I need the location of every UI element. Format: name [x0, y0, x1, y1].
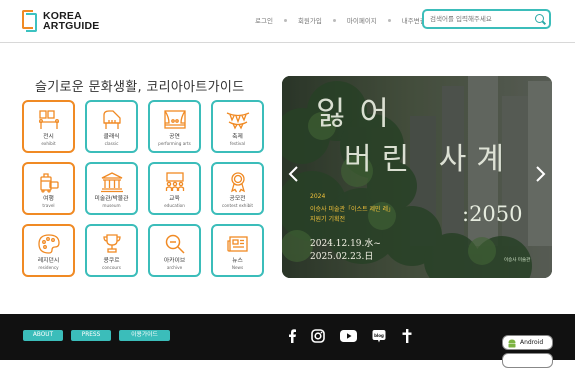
nav-separator	[387, 18, 391, 22]
instagram-icon[interactable]	[310, 328, 325, 343]
featured-banner[interactable]: 잃어 버린 사계 2024 이승사 미술관「이스트 제민 레」 지원기 기획전 …	[282, 76, 552, 278]
category-sublabel: performing arts	[158, 141, 191, 146]
nav-separator	[283, 18, 287, 22]
top-nav: 로그인 회원가입 마이페이지 내주변검색	[255, 14, 432, 26]
category-label: 콩쿠르	[103, 258, 120, 264]
site-header: KOREA ARTGUIDE 로그인 회원가입 마이페이지 내주변검색	[0, 0, 575, 43]
android-store-label: Android	[520, 339, 544, 346]
banner-number: :2050	[462, 202, 523, 226]
category-education[interactable]: 교육 education	[148, 162, 201, 215]
piano-icon	[102, 110, 121, 129]
bunting-icon	[226, 112, 249, 130]
trophy-icon	[102, 234, 121, 253]
category-label: 교육	[169, 196, 180, 202]
category-label: 전시	[43, 134, 54, 140]
category-news[interactable]: 뉴스 News	[211, 224, 264, 277]
category-sublabel: residency	[38, 265, 59, 270]
banner-title-line2: 버린 사계	[344, 142, 514, 177]
banner-prev-arrow-icon[interactable]	[288, 166, 300, 182]
newspaper-icon	[226, 236, 248, 252]
nav-login[interactable]: 로그인	[255, 15, 273, 25]
category-label: 축제	[232, 134, 243, 140]
banner-title-line1: 잃어	[316, 94, 403, 132]
stage-icon	[163, 110, 186, 129]
category-museum[interactable]: 미술관/박물관 museum	[85, 162, 138, 215]
logo-mark-icon	[22, 10, 38, 32]
category-label: 공연	[169, 134, 180, 140]
cross-icon[interactable]	[399, 328, 414, 343]
category-label: 클래식	[103, 134, 120, 140]
category-label: 여행	[43, 196, 54, 202]
android-icon	[508, 339, 516, 347]
search-box	[422, 9, 551, 29]
category-sublabel: classic	[104, 141, 119, 146]
category-label: 뉴스	[232, 258, 243, 264]
category-sublabel: education	[164, 203, 185, 208]
category-sublabel: concours	[102, 265, 121, 270]
youtube-icon[interactable]	[339, 328, 357, 343]
nav-separator	[332, 18, 336, 22]
category-classic[interactable]: 클래식 classic	[85, 100, 138, 153]
category-concours[interactable]: 콩쿠르 concours	[85, 224, 138, 277]
category-festival[interactable]: 축제 festival	[211, 100, 264, 153]
search-icon[interactable]	[535, 14, 544, 23]
category-residency[interactable]: 레지던시 residency	[22, 224, 75, 277]
guide-button[interactable]: 이용가이드	[119, 330, 170, 341]
banner-date-end: 2025.02.23.日	[310, 252, 374, 262]
category-label: 레지던시	[37, 258, 60, 264]
nav-mypage[interactable]: 마이페이지	[347, 15, 377, 25]
banner-description: 지원기 기획전	[310, 216, 346, 223]
banner-year: 2024	[310, 193, 326, 200]
logo[interactable]: KOREA ARTGUIDE	[22, 8, 99, 34]
category-sublabel: News	[231, 265, 244, 270]
category-sublabel: contest exhibit	[221, 203, 254, 208]
category-sublabel: exhibit	[41, 141, 56, 146]
page-tagline: 슬기로운 문화생활, 코리아아트가이드	[35, 80, 245, 95]
category-travel[interactable]: 여행 travel	[22, 162, 75, 215]
palette-icon	[37, 234, 60, 254]
about-button[interactable]: ABOUT	[23, 330, 63, 341]
android-store-button[interactable]: Android	[502, 335, 553, 350]
medal-icon	[230, 172, 245, 193]
banner-description: 이승사 미술관「이스트 제민 레」	[310, 206, 394, 213]
banner-organizer: 이승사 미술관	[504, 258, 531, 263]
category-archive[interactable]: 아카이브 archive	[148, 224, 201, 277]
ios-store-button[interactable]	[502, 353, 553, 368]
press-button[interactable]: PRESS	[71, 330, 111, 341]
category-grid: 전시 exhibit 클래식 classic 공연 performing art…	[22, 100, 264, 277]
category-exhibit[interactable]: 전시 exhibit	[22, 100, 75, 153]
nav-signup[interactable]: 회원가입	[298, 15, 322, 25]
category-performing-arts[interactable]: 공연 performing arts	[148, 100, 201, 153]
blog-icon[interactable]: blog	[371, 328, 386, 343]
category-sublabel: archive	[166, 265, 183, 270]
site-footer: ABOUT PRESS 이용가이드 blog	[0, 314, 575, 360]
exhibit-icon	[38, 110, 59, 129]
category-label: 미술관/박물관	[94, 196, 129, 202]
logo-text: KOREA ARTGUIDE	[43, 10, 100, 32]
luggage-icon	[39, 173, 59, 193]
category-contest[interactable]: 공모전 contest exhibit	[211, 162, 264, 215]
category-label: 공모전	[229, 196, 246, 202]
banner-date-start: 2024.12.19.水~	[310, 239, 381, 249]
education-icon	[165, 172, 184, 191]
category-sublabel: festival	[229, 141, 246, 146]
facebook-icon[interactable]	[284, 328, 299, 343]
banner-next-arrow-icon[interactable]	[534, 166, 546, 182]
magnifier-icon	[165, 234, 185, 254]
category-sublabel: travel	[42, 203, 55, 208]
search-input[interactable]	[430, 13, 530, 25]
museum-icon	[100, 172, 123, 193]
category-sublabel: museum	[102, 203, 121, 208]
svg-text:blog: blog	[374, 333, 384, 338]
category-label: 아카이브	[163, 258, 186, 264]
